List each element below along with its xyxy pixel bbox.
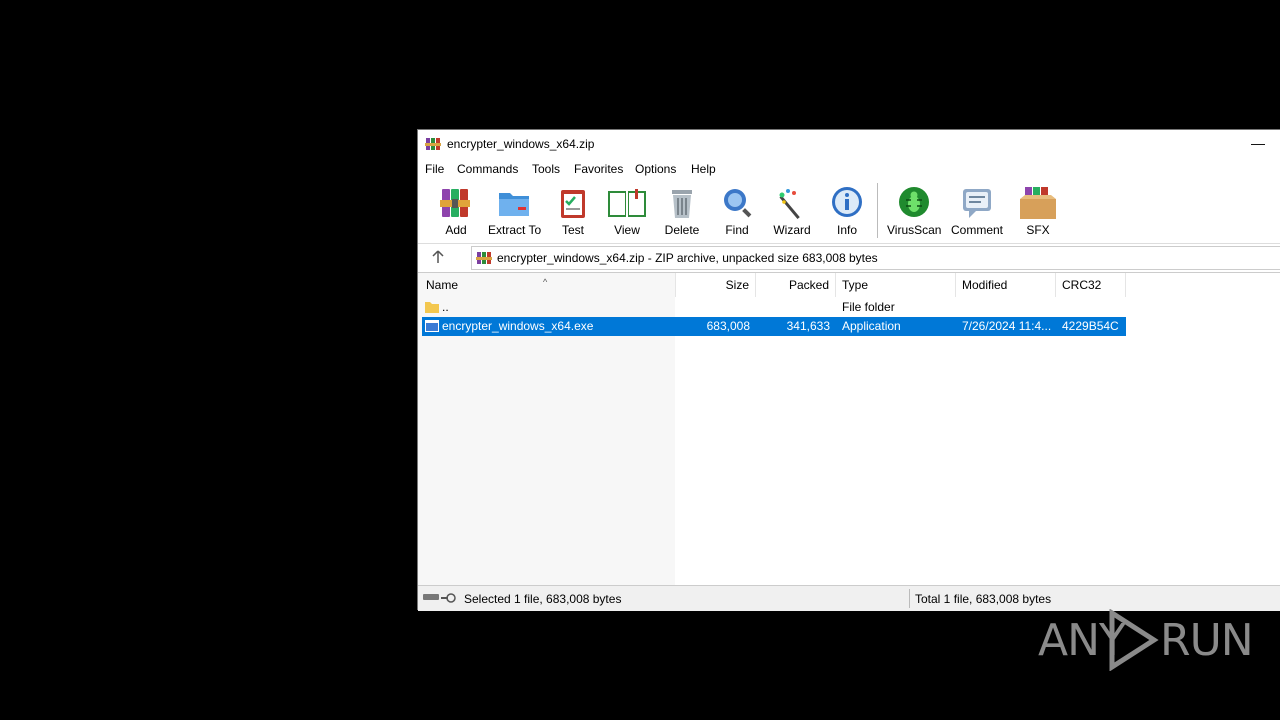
watermark-run: RUN xyxy=(1160,615,1254,666)
sfx-label: SFX xyxy=(1026,223,1050,237)
column-header-packed[interactable]: Packed xyxy=(756,273,836,297)
key-icon[interactable] xyxy=(441,592,457,604)
folder-icon xyxy=(425,302,439,313)
info-button[interactable]: Info xyxy=(829,185,865,237)
minimize-button[interactable]: — xyxy=(1235,130,1280,158)
winrar-window: encrypter_windows_x64.zip — File Command… xyxy=(417,129,1280,611)
status-total: Total 1 file, 683,008 bytes xyxy=(915,592,1052,606)
column-header-crc32[interactable]: CRC32 xyxy=(1056,273,1126,297)
table-row-selected[interactable]: encrypter_windows_x64.exe 683,008 341,63… xyxy=(422,317,1126,336)
menu-favorites[interactable]: Favorites xyxy=(574,162,623,176)
menu-options[interactable]: Options xyxy=(635,162,676,176)
status-selection: Selected 1 file, 683,008 bytes xyxy=(464,592,622,606)
wizard-label: Wizard xyxy=(773,223,811,237)
column-header-type[interactable]: Type xyxy=(836,273,956,297)
menu-help[interactable]: Help xyxy=(691,162,716,176)
row-type: Application xyxy=(842,319,901,333)
column-header-modified[interactable]: Modified xyxy=(956,273,1056,297)
virusscan-button[interactable]: VirusScan xyxy=(887,185,941,237)
view-book-icon xyxy=(608,189,646,217)
column-header-name-label: Name xyxy=(426,278,459,292)
menu-bar: File Commands Tools Favorites Options He… xyxy=(418,158,1280,180)
column-header-name[interactable]: Name ^ xyxy=(418,273,676,297)
find-button[interactable]: Find xyxy=(719,185,755,237)
arrow-up-icon xyxy=(432,250,444,263)
delete-label: Delete xyxy=(664,223,700,237)
address-field[interactable]: encrypter_windows_x64.zip - ZIP archive,… xyxy=(471,246,1280,270)
view-label: View xyxy=(614,223,640,237)
add-archive-icon xyxy=(440,189,470,217)
toolbar-separator xyxy=(877,183,878,238)
bug-scan-icon xyxy=(899,187,929,217)
trash-icon xyxy=(672,190,692,218)
zip-archive-icon xyxy=(476,252,492,264)
wand-icon xyxy=(779,189,800,220)
column-header-row: Name ^ Size Packed Type Modified CRC32 xyxy=(418,273,1280,297)
table-row-parent[interactable]: .. File folder xyxy=(422,298,1126,317)
menu-file[interactable]: File xyxy=(425,162,444,176)
row-modified: 7/26/2024 11:4... xyxy=(962,319,1052,333)
add-button[interactable]: Add xyxy=(438,185,474,237)
magnifier-icon xyxy=(724,189,752,218)
info-icon xyxy=(832,187,862,217)
row-type: File folder xyxy=(842,300,895,314)
exe-icon xyxy=(425,320,439,332)
test-clipboard-icon xyxy=(561,190,585,218)
file-list[interactable]: Name ^ Size Packed Type Modified CRC32 .… xyxy=(418,272,1280,586)
sort-ascending-icon: ^ xyxy=(543,277,548,287)
drive-icon xyxy=(423,594,439,600)
anyrun-watermark: ANY RUN xyxy=(1038,607,1254,673)
test-button[interactable]: Test xyxy=(555,185,591,237)
winrar-app-icon xyxy=(425,138,441,150)
menu-commands[interactable]: Commands xyxy=(457,162,518,176)
delete-button[interactable]: Delete xyxy=(664,185,700,237)
row-packed: 341,633 xyxy=(786,319,830,333)
comment-icon xyxy=(963,189,991,218)
info-label: Info xyxy=(836,223,857,237)
wizard-button[interactable]: Wizard xyxy=(772,185,812,237)
test-label: Test xyxy=(561,223,584,237)
status-separator xyxy=(909,589,910,608)
up-folder-button[interactable] xyxy=(431,250,447,266)
row-size: 683,008 xyxy=(706,319,750,333)
extract-to-label: Extract To xyxy=(488,223,542,237)
column-header-size[interactable]: Size xyxy=(676,273,756,297)
comment-label: Comment xyxy=(950,223,1003,237)
address-bar: encrypter_windows_x64.zip - ZIP archive,… xyxy=(418,243,1280,271)
row-name: encrypter_windows_x64.exe xyxy=(442,319,594,333)
find-label: Find xyxy=(725,223,749,237)
row-crc32: 4229B54C xyxy=(1062,319,1119,333)
window-title: encrypter_windows_x64.zip xyxy=(447,137,595,151)
view-button[interactable]: View xyxy=(605,185,649,237)
address-text: encrypter_windows_x64.zip - ZIP archive,… xyxy=(497,251,878,265)
play-logo-icon xyxy=(1109,609,1159,671)
extract-folder-icon xyxy=(499,193,529,216)
extract-to-button[interactable]: Extract To xyxy=(488,185,542,237)
sfx-button[interactable]: SFX xyxy=(1017,185,1059,237)
row-name: .. xyxy=(442,300,449,314)
comment-button[interactable]: Comment xyxy=(950,185,1004,237)
title-bar[interactable]: encrypter_windows_x64.zip — xyxy=(418,130,1280,158)
menu-tools[interactable]: Tools xyxy=(532,162,560,176)
toolbar: Add Extract To Test View Delete Find Wiz… xyxy=(418,181,1280,241)
virusscan-label: VirusScan xyxy=(887,223,942,237)
sfx-box-icon xyxy=(1020,187,1056,219)
add-label: Add xyxy=(445,223,467,237)
